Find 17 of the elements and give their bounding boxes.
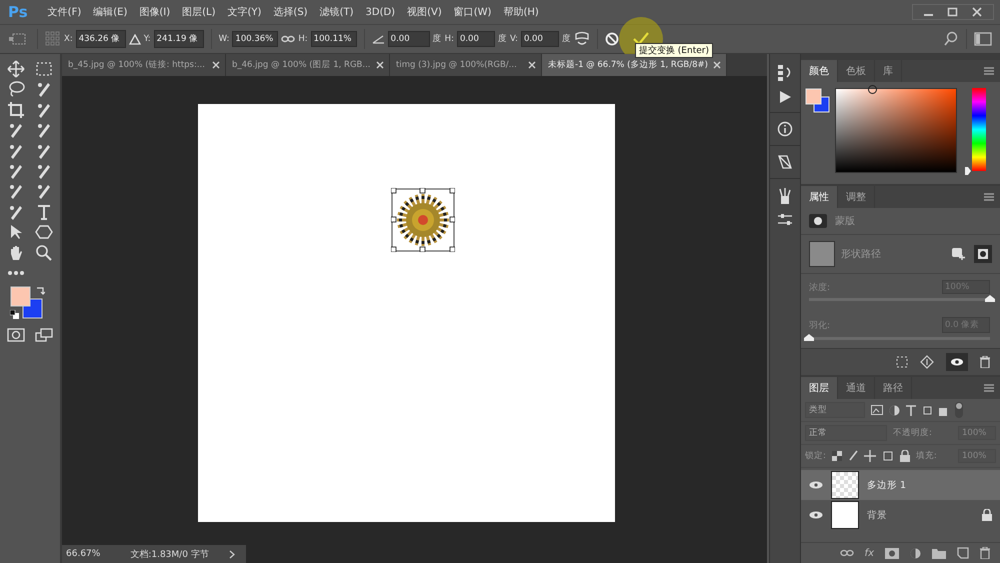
opacity-label: 不透明度: xyxy=(893,427,932,439)
mask-type-label: 形状路径 xyxy=(841,248,881,261)
y-label: Y: xyxy=(144,34,151,44)
document-info: 文档:1.83M/0 字节 xyxy=(130,548,209,560)
height-label: H: xyxy=(298,34,308,44)
skew-v-label: V: xyxy=(510,34,518,44)
section-label: 蒙版 xyxy=(835,214,855,228)
unit-label: 度 xyxy=(498,33,507,45)
app-logo: Ps xyxy=(8,3,28,21)
tooltip: 提交变换 (Enter) xyxy=(634,43,713,58)
x-label: X: xyxy=(64,34,73,44)
unit-label: 度 xyxy=(432,33,442,45)
unit-label: 度 xyxy=(562,33,571,45)
skew-h-label: H: xyxy=(444,34,454,44)
width-label: W: xyxy=(218,34,230,44)
fill-label: 填充: xyxy=(916,450,937,462)
lock-label: 锁定: xyxy=(805,450,826,462)
